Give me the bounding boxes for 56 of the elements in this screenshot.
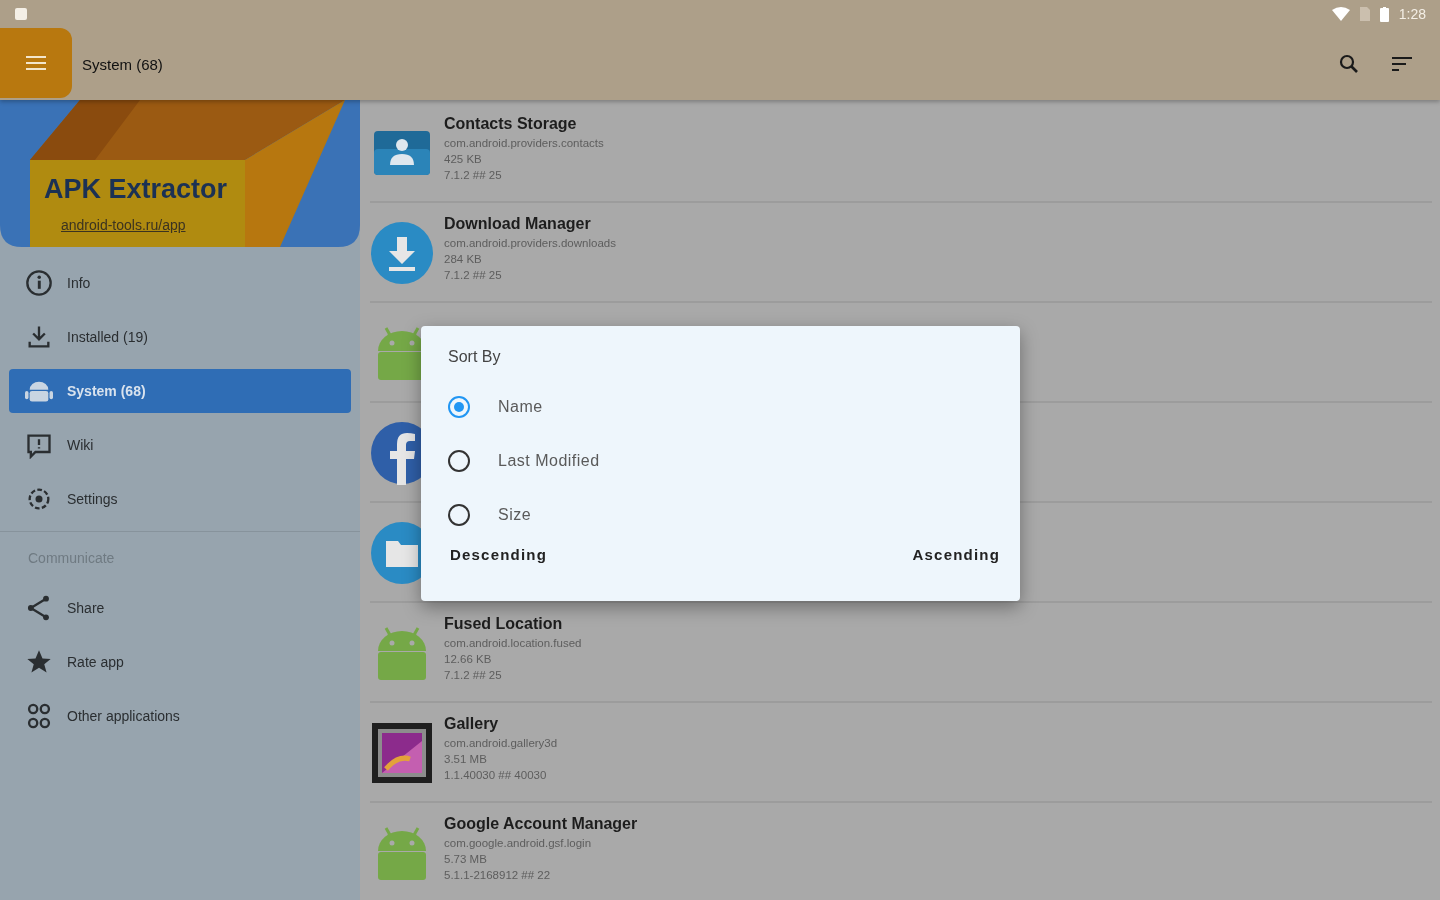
app-version: 7.1.2 ## 25 [444, 269, 503, 281]
option-label: Last Modified [498, 452, 600, 470]
menu-button[interactable] [0, 28, 72, 98]
package-name: com.google.android.gsf.login [444, 837, 593, 849]
search-icon [1338, 53, 1360, 75]
apps-icon [25, 702, 53, 730]
drawer-item[interactable]: Rate app [9, 640, 351, 684]
option-label: Name [498, 398, 543, 416]
radio-button[interactable] [448, 504, 470, 526]
app-name: Download Manager [444, 215, 592, 233]
wifi-icon [1331, 7, 1350, 21]
website-link[interactable]: android-tools.ru/app [61, 217, 186, 233]
drawer-item[interactable]: Info [9, 261, 351, 305]
drawer-item[interactable]: Wiki [9, 423, 351, 467]
package-name: com.android.gallery3d [444, 737, 558, 749]
app-size: 12.66 KB [444, 653, 493, 665]
app-size: 425 KB [444, 153, 483, 165]
status-time: 1:28 [1398, 6, 1426, 22]
radio-button[interactable] [448, 396, 470, 418]
download-icon [370, 221, 434, 285]
app-size: 3.51 MB [444, 753, 488, 765]
app-name: Gallery [444, 715, 500, 733]
drawer-item[interactable]: Share [9, 586, 351, 630]
app-version: 5.1.1-2168912 ## 22 [444, 869, 552, 881]
package-name: com.android.providers.contacts [444, 137, 604, 149]
drawer-item[interactable]: Installed (19) [9, 315, 351, 359]
app-version: 1.1.40030 ## 40030 [444, 769, 548, 781]
app-version: 7.1.2 ## 25 [444, 169, 503, 181]
app-name: Contacts Storage [444, 115, 578, 133]
dialog-title: Sort By [448, 348, 502, 367]
drawer-item[interactable]: System (68) [9, 369, 351, 413]
dialog-button[interactable]: Descending [448, 542, 550, 567]
app-size: 5.73 MB [444, 853, 488, 865]
app-version: 7.1.2 ## 25 [444, 669, 503, 681]
drawer-item[interactable]: Other applications [9, 694, 351, 738]
app-name: Fused Location [444, 615, 564, 633]
app-size: 284 KB [444, 253, 483, 265]
drawer-item[interactable]: Settings [9, 477, 351, 521]
menu-icon [25, 55, 47, 71]
notification-icon [14, 7, 28, 21]
option-label: Size [498, 506, 532, 524]
sort-icon [1390, 55, 1414, 73]
app-bar-title: System (68) [82, 55, 164, 73]
gallery-icon [370, 721, 434, 785]
package-name: com.android.providers.downloads [444, 237, 616, 249]
sim-icon [1359, 7, 1370, 21]
sort-option[interactable]: Size [448, 488, 532, 542]
app-name: Google Account Manager [444, 815, 638, 833]
info-icon [25, 269, 53, 297]
radio-button[interactable] [448, 450, 470, 472]
battery-icon [1379, 6, 1389, 22]
package-name: com.android.location.fused [444, 637, 582, 649]
sort-option[interactable]: Name [448, 380, 543, 434]
app-logo-title: APK Extractor [44, 174, 228, 205]
sort-option[interactable]: Last Modified [448, 434, 600, 488]
dialog-button[interactable]: Ascending [910, 542, 1002, 567]
